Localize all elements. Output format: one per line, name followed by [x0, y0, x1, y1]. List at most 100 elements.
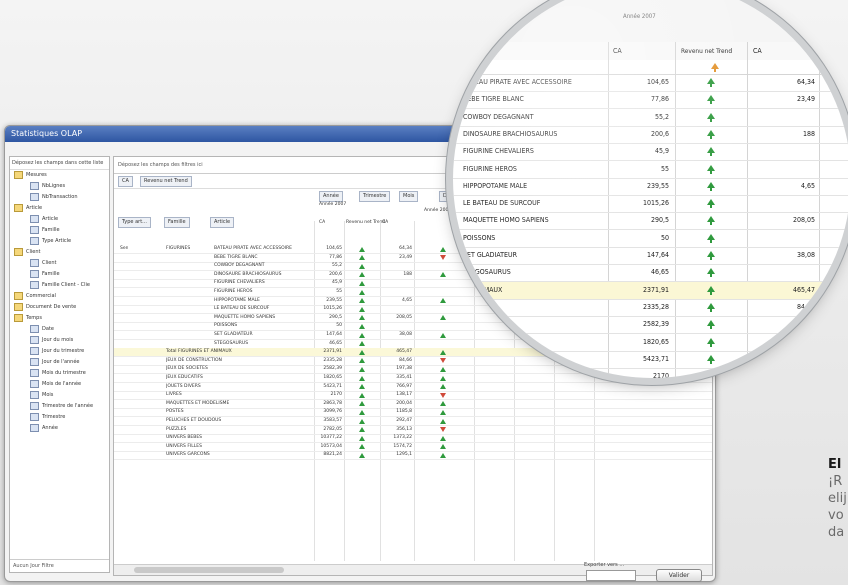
tree-item[interactable]: Famille Client - Clie [10, 280, 109, 291]
measure-chip[interactable]: Revenu net Trend [140, 176, 192, 187]
lens-row: STEGOSAURUS 46,65 [453, 264, 848, 283]
row-chip[interactable]: Type art... [118, 217, 151, 228]
tree-item[interactable]: Trimestre [10, 412, 109, 423]
trend-neutral-icon [711, 63, 719, 72]
tree-item[interactable]: NbTransaction [10, 192, 109, 203]
tree-item[interactable]: Temps [10, 313, 109, 324]
lens-row-label [463, 368, 603, 378]
lens-row-ca2: 197,38 [792, 320, 815, 329]
scrollbar-thumb[interactable] [134, 567, 284, 573]
tree-item-label: Jour du trimestre [42, 348, 85, 354]
tree-item[interactable]: Client [10, 258, 109, 269]
tree-item[interactable]: Date [10, 324, 109, 335]
caption-line: ¡R [828, 474, 843, 489]
trend-up-icon [707, 95, 715, 105]
tree-item[interactable]: Document De vente [10, 302, 109, 313]
lens-row-label: FIGURINE HEROS [463, 164, 517, 173]
trend-up-icon [707, 199, 715, 209]
tree-item[interactable]: Mois de l'année [10, 379, 109, 390]
trend-up-icon [707, 372, 715, 378]
tree-item[interactable]: Client [10, 247, 109, 258]
trend-up-icon [359, 332, 365, 338]
row-ca-value: 104,65 [326, 246, 342, 251]
lens-row-ca: 2371,91 [642, 285, 669, 294]
lens-row: FIGURINE HEROS 55 [453, 161, 848, 179]
field-list-pane: Déposez les champs dans cette liste Mesu… [9, 156, 110, 573]
row-article-label: HIPPOPOTAME MALE [214, 297, 260, 303]
lens-row-label: ET ANIMAUX [463, 285, 503, 294]
tree-item[interactable]: Mesures [10, 170, 109, 181]
export-select[interactable] [586, 570, 636, 581]
tree-item[interactable]: NbLignes [10, 181, 109, 192]
lens-row: ET ANIMAUX 2371,91 465,47 [453, 281, 848, 300]
lens-row-ca: 1820,65 [642, 337, 669, 346]
row-ca2-value: 292,47 [396, 418, 412, 423]
lens-row-label [463, 351, 603, 368]
column-chip[interactable]: Mois [399, 191, 419, 202]
trend-up-icon [707, 302, 715, 312]
row-ca2-value: 1574,72 [393, 443, 412, 449]
lens-row: BATEAU PIRATE AVEC ACCESSOIRE 104,65 64,34 [453, 74, 848, 92]
tree-item[interactable]: Article [10, 203, 109, 214]
row-ca-value: 77,86 [329, 254, 342, 260]
tree-item-label: Mois de l'année [42, 381, 82, 387]
trend-up-icon [707, 337, 715, 347]
tree-item[interactable]: Mois du trimestre [10, 368, 109, 379]
row-family-label: UNIVERS BEBES [166, 435, 203, 441]
field-icon [30, 280, 39, 289]
field-list-footer[interactable]: Aucun Jour Filtre [10, 559, 109, 572]
row-ca2-value: 200,04 [396, 400, 412, 406]
row-ca-value: 2582,39 [323, 366, 342, 372]
tree-item-label: Jour de l'année [42, 359, 80, 365]
trend-up-icon [440, 435, 446, 441]
tree-item-label: NbTransaction [42, 194, 78, 200]
trend-up-icon [359, 358, 365, 364]
row-ca2-value: 197,38 [396, 366, 412, 372]
tree-item[interactable]: Jour du trimestre [10, 346, 109, 357]
row-ca2-value: 208,05 [396, 314, 412, 320]
tree-item-label: Famille Client - Clie [42, 282, 90, 288]
lens-header-row: CA Revenu net Trend CA [453, 42, 848, 61]
row-ca2-value: 766,97 [396, 383, 412, 389]
tree-item[interactable]: Type Article [10, 236, 109, 247]
row-ca2-value: 188 [403, 271, 412, 277]
validate-button[interactable]: Valider [656, 569, 702, 582]
tree-item[interactable]: Jour du mois [10, 335, 109, 346]
lens-row-ca2: 208,05 [792, 216, 815, 225]
measure-chip[interactable]: CA [118, 176, 133, 187]
row-chip[interactable]: Famille [164, 217, 190, 228]
folder-icon [14, 247, 23, 256]
tree-item[interactable]: Trimestre de l'année [10, 401, 109, 412]
lens-row-label: SET GLADIATEUR [463, 251, 517, 259]
tree-item[interactable]: Jour de l'année [10, 357, 109, 368]
row-chip[interactable]: Article [210, 217, 235, 228]
column-chip[interactable]: Trimestre [359, 191, 391, 202]
tree-item[interactable]: Famille [10, 225, 109, 236]
lens-row-ca: 290,5 [650, 216, 669, 225]
tree-item[interactable]: Année [10, 423, 109, 434]
lens-row-ca2: 64,34 [796, 78, 815, 86]
trend-up-icon [359, 298, 365, 304]
trend-up-icon [359, 435, 365, 441]
caption-line: elij [828, 491, 847, 506]
caption-heading: El [828, 457, 842, 472]
lens-row: FIGURINE CHEVALIERS 45,9 [453, 143, 848, 162]
tree-item[interactable]: Article [10, 214, 109, 225]
trend-down-icon [440, 392, 446, 398]
caption-line: da [828, 525, 845, 540]
row-article-label: DINOSAURE BRACHIOSAURUS [214, 271, 282, 277]
row-article-label: BATEAU PIRATE AVEC ACCESSOIRE [214, 246, 292, 251]
row-ca2-value: 84,66 [399, 357, 412, 363]
row-article-label: BEBE TIGRE BLANC [214, 254, 258, 260]
tree-item[interactable]: Commercial [10, 291, 109, 302]
row-ca2-value: 1373,22 [393, 435, 412, 441]
side-caption: El ¡R elij vo da [828, 456, 848, 541]
trend-up-icon [440, 444, 446, 450]
trend-up-icon [359, 315, 365, 321]
field-icon [30, 192, 39, 201]
row-ca-value: 5423,71 [323, 383, 342, 389]
trend-up-icon [440, 272, 446, 278]
tree-item[interactable]: Famille [10, 269, 109, 280]
tree-item[interactable]: Mois [10, 390, 109, 401]
trend-up-icon [359, 452, 365, 458]
